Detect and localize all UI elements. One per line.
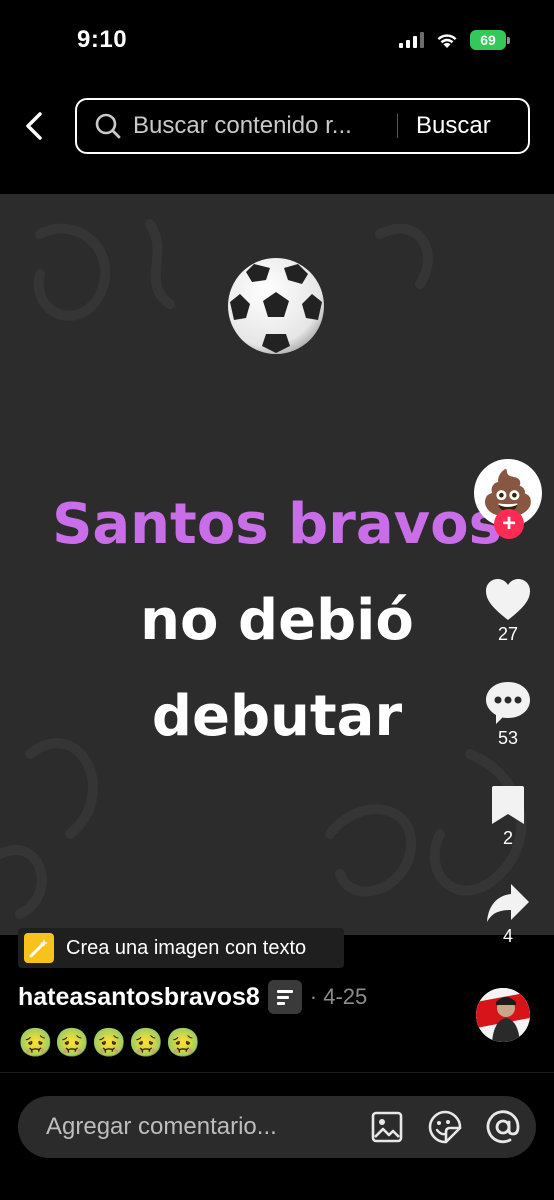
soccer-ball-emoji <box>226 256 326 356</box>
search-input[interactable]: Buscar contenido r... <box>133 112 391 140</box>
sticker-icon[interactable] <box>428 1110 462 1144</box>
comment-button[interactable]: 53 <box>470 680 546 749</box>
creator-avatar[interactable]: 💩 + <box>474 459 544 539</box>
share-arrow-icon <box>487 884 529 922</box>
image-attach-icon[interactable] <box>370 1110 404 1144</box>
create-image-label: Crea una imagen con texto <box>66 936 307 959</box>
comment-bubble-icon <box>486 682 530 724</box>
battery-tip <box>507 36 510 44</box>
follow-button[interactable]: + <box>494 509 524 539</box>
post-caption: 🤢🤢🤢🤢🤢 <box>18 1027 203 1058</box>
wifi-icon <box>437 33 457 48</box>
heart-icon <box>486 579 530 620</box>
search-box[interactable]: Buscar contenido r... Buscar <box>75 98 530 154</box>
post-date: · 4-25 <box>309 984 368 1009</box>
comment-input[interactable]: Agregar comentario... <box>46 1113 346 1141</box>
save-count: 2 <box>502 828 513 848</box>
author-row: hateasantosbravos8 · 4-25 <box>18 980 367 1014</box>
create-image-chip[interactable]: Crea una imagen con texto <box>18 928 344 968</box>
headline-line-1: Santos bravos <box>52 492 502 557</box>
status-icons: 69 <box>399 30 510 50</box>
chevron-left-icon <box>26 112 42 140</box>
comment-input-bar[interactable]: Agregar comentario... <box>18 1096 536 1158</box>
back-button[interactable] <box>18 108 50 144</box>
search-icon <box>93 111 123 141</box>
cellular-signal-icon <box>399 32 424 48</box>
music-avatar[interactable] <box>476 988 530 1042</box>
magic-wand-icon <box>24 933 54 963</box>
save-button[interactable]: 2 <box>470 784 546 849</box>
search-button[interactable]: Buscar <box>416 112 491 140</box>
like-button[interactable]: 27 <box>470 578 546 645</box>
status-bar: 9:10 69 <box>0 0 554 84</box>
share-button[interactable]: 4 <box>470 882 546 947</box>
search-header: Buscar contenido r... Buscar <box>0 84 554 194</box>
status-time: 9:10 <box>77 26 128 53</box>
text-note-icon[interactable] <box>267 980 302 1014</box>
divider <box>0 1072 554 1073</box>
share-count: 4 <box>502 926 513 946</box>
battery-level: 69 <box>470 30 506 50</box>
bookmark-icon <box>492 786 524 824</box>
comment-count: 53 <box>497 728 519 748</box>
like-count: 27 <box>497 624 519 644</box>
search-divider <box>397 114 398 138</box>
author-username[interactable]: hateasantosbravos8 <box>18 983 260 1012</box>
mention-icon[interactable] <box>486 1110 520 1144</box>
battery-indicator: 69 <box>470 30 510 50</box>
